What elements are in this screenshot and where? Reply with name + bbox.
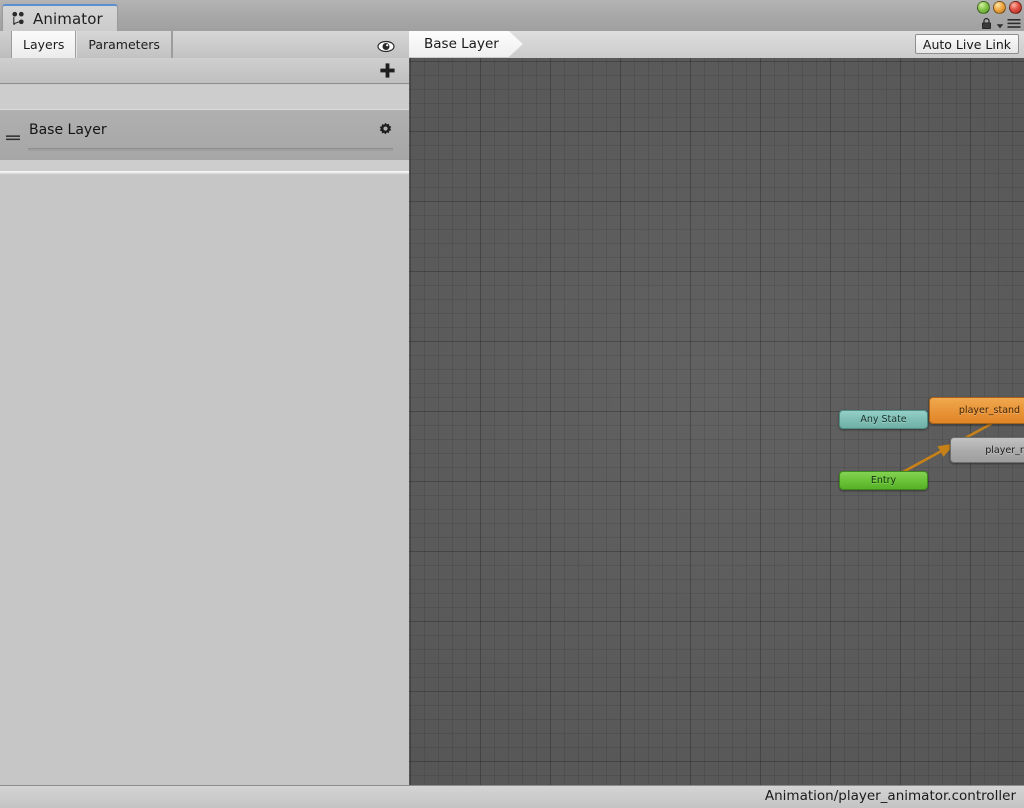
tab-layers-label: Layers [23, 37, 65, 52]
minimize-button[interactable] [977, 1, 990, 14]
layer-list: Base Layer [0, 85, 409, 174]
layer-row-base-layer[interactable]: Base Layer [0, 109, 409, 160]
tab-layers[interactable]: Layers [11, 31, 77, 58]
tab-parameters-label: Parameters [88, 37, 160, 52]
breadcrumb-bar: Base Layer Auto Live Link [409, 31, 1024, 59]
window-controls [977, 1, 1022, 14]
breadcrumb-base-layer[interactable]: Base Layer [409, 31, 523, 57]
breadcrumb-label: Base Layer [424, 36, 499, 52]
tabbar-filler [171, 31, 409, 58]
state-node-player-stand[interactable]: player_stand [929, 397, 1024, 424]
state-node-any-state[interactable]: Any State [839, 410, 928, 429]
drag-handle-icon[interactable] [6, 127, 20, 141]
tab-animator[interactable]: Animator [2, 4, 118, 31]
state-node-label: player_stand [958, 405, 1021, 416]
transition-layer [902, 422, 993, 474]
layer-toolbar [0, 58, 409, 84]
animator-graph-panel: Base Layer Auto Live Link Any State playe… [409, 31, 1024, 808]
state-node-entry[interactable]: Entry [839, 471, 928, 490]
state-node-player-run[interactable]: player_run [950, 437, 1024, 463]
state-node-label: player_run [985, 444, 1024, 456]
state-node-label: Entry [870, 475, 897, 486]
auto-live-link-label: Auto Live Link [922, 36, 1011, 52]
plus-icon[interactable] [379, 62, 396, 79]
layers-parameters-tabbar: Layers Parameters [0, 31, 409, 59]
layer-weight-slider[interactable] [28, 148, 393, 151]
auto-live-link-button[interactable]: Auto Live Link [914, 34, 1019, 54]
animator-nodes-icon [11, 11, 26, 26]
gear-icon[interactable] [378, 122, 393, 137]
state-machine-canvas[interactable]: Any Stateplayer_standplayer_runEntryExit [409, 58, 1024, 808]
close-button[interactable] [1009, 1, 1022, 14]
maximize-button[interactable] [993, 1, 1006, 14]
state-node-label: Any State [860, 414, 907, 425]
tab-animator-label: Animator [33, 9, 103, 28]
eye-icon[interactable] [377, 38, 395, 52]
asset-path-label: Animation/player_animator.controller [764, 788, 1016, 804]
animator-window: Animator Layers Parameters Base Layer Ba… [0, 0, 1024, 808]
layers-panel: Layers Parameters Base Layer [0, 31, 409, 808]
layers-panel-body [0, 175, 409, 808]
layer-list-divider [0, 171, 409, 174]
status-bar: Animation/player_animator.controller [0, 785, 1024, 808]
layer-name-label: Base Layer [29, 122, 107, 138]
tab-parameters[interactable]: Parameters [76, 31, 172, 58]
window-titlebar: Animator [0, 0, 1024, 32]
